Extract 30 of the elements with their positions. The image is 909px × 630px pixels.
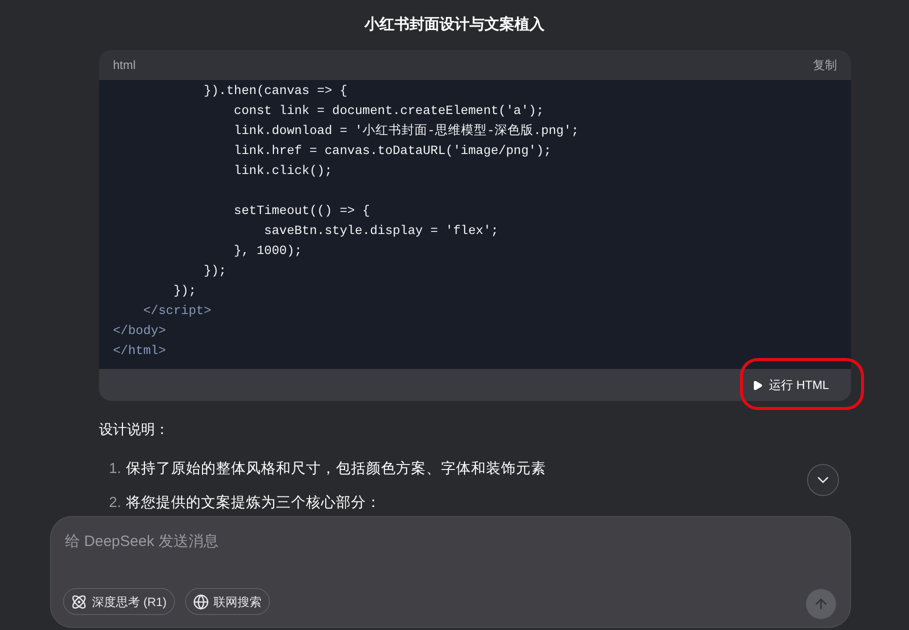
run-html-button[interactable]: 运行 HTML xyxy=(744,372,837,398)
copy-button[interactable]: 复制 xyxy=(813,56,837,74)
message-input[interactable]: 给 DeepSeek 发送消息 xyxy=(65,531,836,554)
code-line: saveBtn.style.display = 'flex'; xyxy=(263,224,498,238)
send-button[interactable] xyxy=(806,589,836,619)
code-language: html xyxy=(113,57,136,74)
chat-title: 小红书封面设计与文案植入 xyxy=(364,14,544,35)
list-number: 2. xyxy=(109,494,122,513)
globe-icon xyxy=(192,594,209,610)
code-line: }, 1000); xyxy=(232,244,302,258)
scroll-down-button[interactable] xyxy=(807,464,839,496)
code-line: setTimeout(() => { xyxy=(232,204,370,218)
code-line: }); xyxy=(202,264,226,278)
code-tag-line: </body> xyxy=(113,324,166,338)
code-line: link.click(); xyxy=(232,164,332,178)
toggle-chip[interactable]: 深度思考 (R1) xyxy=(63,588,175,615)
list-item-text: 保持了原始的整体风格和尺寸，包括颜色方案、字体和装饰元素 xyxy=(126,460,546,479)
code-line: }).then(canvas => { xyxy=(202,84,348,98)
code-tag-line: </script> xyxy=(142,304,212,318)
toggle-chip[interactable]: 联网搜索 xyxy=(184,588,270,615)
list-number: 1. xyxy=(109,460,122,479)
code-line: const link = document.createElement('a'); xyxy=(232,104,544,118)
atom-icon xyxy=(71,594,87,610)
list-item-text: 将您提供的文案提炼为三个核心部分： xyxy=(126,494,382,513)
answer-heading: 设计说明： xyxy=(99,420,170,439)
play-icon xyxy=(752,380,763,390)
code-tag-line: </html> xyxy=(113,344,166,358)
code-line: link.href = canvas.toDataURL('image/png'); xyxy=(232,144,552,158)
code-line: }); xyxy=(172,284,196,298)
code-line: link.download = '小红书封面-思维模型-深色版.png'; xyxy=(232,124,579,138)
